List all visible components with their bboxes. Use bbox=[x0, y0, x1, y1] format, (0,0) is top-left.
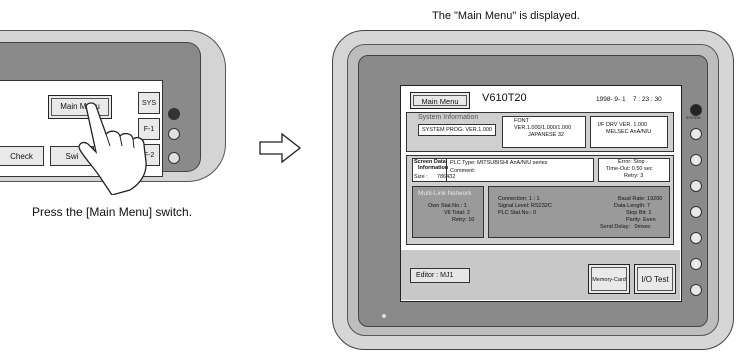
memory-card-button[interactable]: Memory-Card bbox=[588, 264, 630, 294]
font-version: VER.1.000/1.000/1.000 bbox=[514, 125, 572, 131]
side-button-5[interactable] bbox=[690, 232, 702, 244]
screen-data-size: Size : 786432 bbox=[414, 174, 456, 180]
retry-value: Retry: 3 bbox=[624, 173, 644, 179]
baud-rate: Baud Rate: 19200 bbox=[618, 196, 663, 202]
datetime: 1998- 9- 1 7 : 23 : 30 bbox=[596, 96, 662, 103]
stop-bit: Stop Bit: 1 bbox=[626, 210, 652, 216]
comment: Comment: bbox=[450, 168, 476, 174]
io-test-button[interactable]: I/O Test bbox=[634, 264, 676, 294]
side-button-2[interactable] bbox=[690, 154, 702, 166]
model-name: V610T20 bbox=[482, 92, 527, 104]
screen-data-heading-2: Information bbox=[418, 165, 449, 171]
own-station-no: Own Stat.No.: 1 bbox=[428, 203, 467, 209]
melsec-type: MELSEC AnA/N/U bbox=[606, 129, 652, 135]
connection-type: Connection: 1 : 1 bbox=[498, 196, 540, 202]
right-caption: The "Main Menu" is displayed. bbox=[432, 10, 580, 22]
plc-station-no: PLC Stat.No.: 0 bbox=[498, 210, 537, 216]
side-button-1[interactable] bbox=[690, 128, 702, 140]
main-menu-title-button[interactable]: Main Menu bbox=[410, 92, 470, 109]
system-led bbox=[690, 104, 702, 116]
system-info-heading: System Information bbox=[418, 114, 479, 121]
error-status: Error: Stop bbox=[618, 159, 645, 165]
side-button-3[interactable] bbox=[690, 180, 702, 192]
side-button-7[interactable] bbox=[690, 284, 702, 296]
plc-info-divider bbox=[446, 158, 447, 182]
v6-total: V6 Total: 2 bbox=[444, 210, 470, 216]
data-length: Data Length: 7 bbox=[614, 203, 651, 209]
power-indicator bbox=[382, 314, 386, 318]
parity: Parity: Even bbox=[626, 217, 656, 223]
right-arrow-icon bbox=[259, 132, 302, 164]
pointing-hand-icon bbox=[78, 102, 147, 195]
font-label: FONT bbox=[514, 118, 529, 124]
font-language: JAPANESE 32 bbox=[528, 132, 564, 138]
timeout-value: Time-Out: 0.50 sec bbox=[606, 166, 653, 172]
system-label: SYSTEM bbox=[686, 116, 701, 120]
editor-button[interactable]: Editor : MJ1 bbox=[410, 268, 470, 283]
side-button-6[interactable] bbox=[690, 258, 702, 270]
if-driver-version: I/F DRV VER. 1.000 bbox=[598, 122, 648, 128]
left-check-button[interactable]: Check bbox=[0, 146, 44, 166]
signal-level: Signal Level: RS232C bbox=[498, 203, 552, 209]
side-button-4[interactable] bbox=[690, 206, 702, 218]
network-retry: Retry: 10 bbox=[452, 217, 475, 223]
network-heading: Multi-Link Network bbox=[418, 190, 472, 197]
plc-type: PLC Type: MITSUBISHI AnA/N/U series bbox=[450, 160, 548, 166]
system-prog-version: SYSTEM PROG. VER.1.000 bbox=[418, 124, 496, 136]
left-caption: Press the [Main Menu] switch. bbox=[32, 205, 193, 219]
send-delay: Send Delay: 0msec bbox=[600, 224, 651, 230]
